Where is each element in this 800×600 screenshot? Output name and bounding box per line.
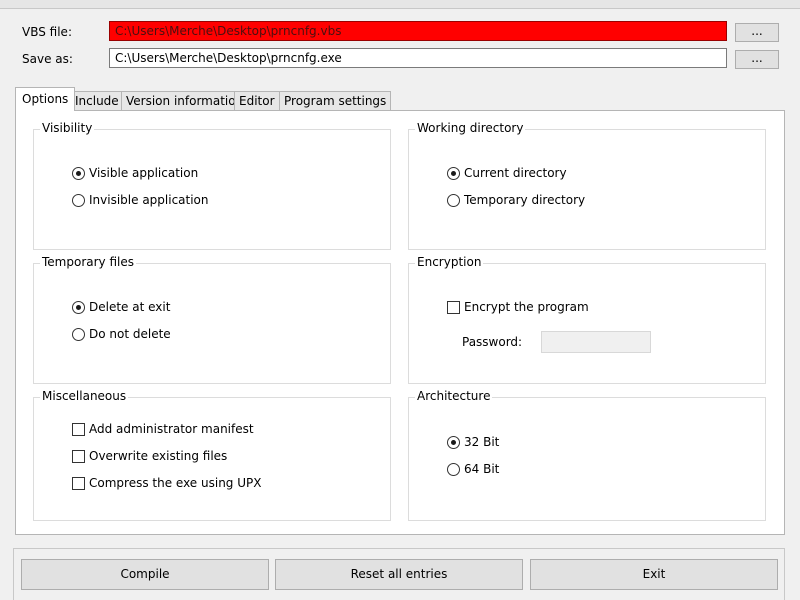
window-top-edge (0, 0, 800, 9)
temporary-files-group: Temporary files (33, 255, 391, 384)
save-as-label: Save as: (22, 52, 73, 66)
do-not-delete-label: Do not delete (89, 327, 171, 341)
miscellaneous-group-title: Miscellaneous (40, 389, 129, 403)
exit-button[interactable]: Exit (530, 559, 778, 590)
password-label: Password: (462, 335, 523, 349)
arch-64bit-radio[interactable]: 64 Bit (447, 461, 499, 477)
radio-indicator (72, 167, 85, 180)
reset-all-entries-button[interactable]: Reset all entries (275, 559, 523, 590)
arch-64bit-label: 64 Bit (464, 462, 500, 476)
checkbox-indicator (72, 477, 85, 490)
compile-button[interactable]: Compile (21, 559, 269, 590)
radio-indicator (447, 436, 460, 449)
radio-indicator (72, 301, 85, 314)
encrypt-program-checkbox[interactable]: Encrypt the program (447, 299, 589, 315)
current-directory-radio[interactable]: Current directory (447, 165, 567, 181)
overwrite-files-checkbox[interactable]: Overwrite existing files (72, 448, 227, 464)
visibility-group: Visibility (33, 121, 391, 250)
encryption-group: Encryption (408, 255, 766, 384)
radio-indicator (72, 194, 85, 207)
compress-upx-checkbox[interactable]: Compress the exe using UPX (72, 475, 261, 491)
visible-application-label: Visible application (89, 166, 199, 180)
invisible-application-label: Invisible application (89, 193, 209, 207)
tab-editor[interactable]: Editor (234, 91, 280, 110)
radio-indicator (447, 463, 460, 476)
checkbox-indicator (72, 450, 85, 463)
temporary-directory-radio[interactable]: Temporary directory (447, 192, 585, 208)
encryption-group-title: Encryption (415, 255, 484, 269)
checkbox-indicator (447, 301, 460, 314)
vbs-browse-button[interactable]: ... (735, 23, 779, 42)
tab-options[interactable]: Options (15, 87, 76, 111)
vbs-file-label: VBS file: (22, 25, 72, 39)
checkbox-indicator (72, 423, 85, 436)
tab-program-settings[interactable]: Program settings (279, 91, 392, 110)
do-not-delete-radio[interactable]: Do not delete (72, 326, 171, 342)
save-browse-button[interactable]: ... (735, 50, 779, 69)
arch-32bit-radio[interactable]: 32 Bit (447, 434, 499, 450)
working-directory-group-title: Working directory (415, 121, 526, 135)
temporary-directory-label: Temporary directory (464, 193, 586, 207)
radio-indicator (72, 328, 85, 341)
overwrite-files-label: Overwrite existing files (89, 449, 228, 463)
visible-application-radio[interactable]: Visible application (72, 165, 198, 181)
admin-manifest-checkbox[interactable]: Add administrator manifest (72, 421, 254, 437)
invisible-application-radio[interactable]: Invisible application (72, 192, 209, 208)
radio-indicator (447, 194, 460, 207)
compress-upx-label: Compress the exe using UPX (89, 476, 262, 490)
tab-version-information[interactable]: Version information (121, 91, 249, 110)
tab-include[interactable]: Include (70, 91, 124, 110)
architecture-group-title: Architecture (415, 389, 493, 403)
architecture-group: Architecture (408, 389, 766, 521)
temporary-files-group-title: Temporary files (40, 255, 136, 269)
admin-manifest-label: Add administrator manifest (89, 422, 254, 436)
radio-indicator (447, 167, 460, 180)
current-directory-label: Current directory (464, 166, 567, 180)
encrypt-program-label: Encrypt the program (464, 300, 589, 314)
password-input[interactable] (541, 331, 651, 353)
arch-32bit-label: 32 Bit (464, 435, 500, 449)
delete-at-exit-label: Delete at exit (89, 300, 171, 314)
working-directory-group: Working directory (408, 121, 766, 250)
delete-at-exit-radio[interactable]: Delete at exit (72, 299, 170, 315)
vbs-file-input[interactable]: C:\Users\Merche\Desktop\prncnfg.vbs (109, 21, 727, 41)
visibility-group-title: Visibility (40, 121, 95, 135)
save-as-input[interactable]: C:\Users\Merche\Desktop\prncnfg.exe (109, 48, 727, 68)
